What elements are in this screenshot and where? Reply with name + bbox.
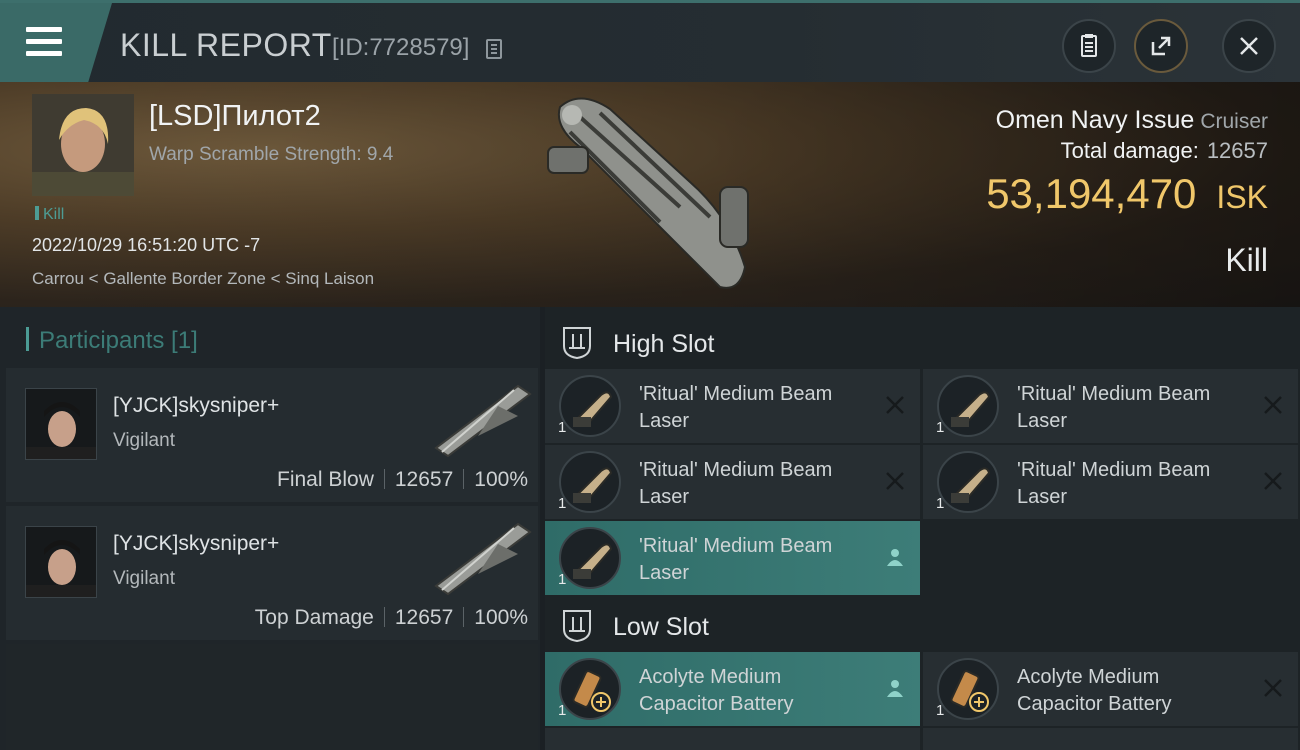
close-button[interactable] [1222,19,1276,73]
participant-ship-image [434,384,532,458]
module-name: 'Ritual' Medium Beam Laser [1017,459,1211,508]
participant-name: [YJCK]skysniper+ [113,394,280,417]
low-slot-header: Low Slot [545,595,1300,653]
module-item[interactable]: 1 'Ritual' Medium Beam Laser [545,445,920,519]
kill-tag: Kill [35,206,64,224]
module-item[interactable]: 1 Acolyte Medium Capacitor Battery [923,652,1298,726]
participant-stats: Top Damage 12657 100% [254,606,528,629]
ship-class: Cruiser [1200,110,1268,133]
copy-icon[interactable] [486,39,502,59]
participant-ship: Vigilant [113,430,175,451]
page-title: KILL REPORT [120,27,332,63]
kill-location[interactable]: Carrou < Gallente Border Zone < Sinq Lai… [32,269,374,289]
participant-name: [YJCK]skysniper+ [113,532,280,555]
high-slot-header: High Slot [545,312,1300,370]
module-item[interactable]: 1 Acolyte Medium Capacitor Battery [545,652,920,726]
capacitor-battery-icon [937,658,999,720]
clipboard-icon [1081,34,1097,57]
participant-row-empty [6,644,538,750]
menu-icon [26,27,62,57]
capacitor-battery-icon [559,658,621,720]
menu-button[interactable] [0,3,112,85]
destroyed-icon [886,396,904,414]
kill-datetime: 2022/10/29 16:51:20 UTC -7 [32,235,261,255]
beam-laser-icon [937,375,999,437]
module-item[interactable]: 1 'Ritual' Medium Beam Laser [545,521,920,595]
module-item-partial[interactable] [545,728,920,750]
dropped-icon [887,680,903,697]
participant-row[interactable]: [YJCK]skysniper+ Vigilant Top Damage 1265… [6,506,538,640]
high-slot-icon [563,327,591,360]
clipboard-button[interactable] [1062,19,1116,73]
report-id: [ID:7728579] [332,34,470,61]
participant-portrait [25,526,97,598]
victim-detail: Warp Scramble Strength: 9.4 [149,144,394,165]
beam-laser-icon [937,451,999,513]
share-icon [1151,36,1171,56]
participant-stats: Final Blow 12657 100% [277,468,528,491]
low-slot-icon [563,610,591,643]
participant-ship: Vigilant [113,568,175,589]
participant-row[interactable]: [YJCK]skysniper+ Vigilant Final Blow 1265… [6,368,538,502]
module-name: 'Ritual' Medium Beam Laser [639,535,833,584]
close-icon [1240,37,1258,55]
module-item[interactable]: 1 'Ritual' Medium Beam Laser [923,445,1298,519]
ship-name[interactable]: Omen Navy Issue Cruiser [996,106,1268,135]
result-label: Kill [1225,242,1268,278]
beam-laser-icon [559,451,621,513]
module-name: 'Ritual' Medium Beam Laser [639,459,833,508]
total-damage-value: 12657 [1206,138,1268,163]
module-name: 'Ritual' Medium Beam Laser [639,383,833,432]
participants-panel: Participants [1] [YJCK]skysniper+ Vigila… [0,307,540,750]
participant-portrait [25,388,97,460]
module-item[interactable]: 1 'Ritual' Medium Beam Laser [545,369,920,443]
beam-laser-icon [559,375,621,437]
module-name: Acolyte Medium Capacitor Battery [639,666,794,715]
destroyed-icon [1264,679,1282,697]
participants-header[interactable]: Participants [1] [26,327,198,355]
module-item[interactable]: 1 'Ritual' Medium Beam Laser [923,369,1298,443]
title-bar: KILL REPORT [ID:7728579] [0,0,1300,85]
kill-summary: [LSD]Пилот2 Warp Scramble Strength: 9.4 … [0,82,1300,307]
fitting-panel: High Slot 1 'Ritual' Medium Beam Laser 1… [545,307,1300,750]
module-name: Acolyte Medium Capacitor Battery [1017,666,1172,715]
destroyed-icon [886,472,904,490]
victim-portrait[interactable] [32,94,134,196]
isk-value: 53,194,470 ISK [986,170,1268,217]
total-damage: Total damage: 12657 [1060,138,1268,163]
module-item-partial[interactable] [923,728,1298,750]
participant-ship-image [434,522,532,596]
victim-name[interactable]: [LSD]Пилот2 [149,100,321,133]
beam-laser-icon [559,527,621,589]
share-button[interactable] [1134,19,1188,73]
destroyed-icon [1264,396,1282,414]
ship-image[interactable] [540,87,770,302]
module-name: 'Ritual' Medium Beam Laser [1017,383,1211,432]
dropped-icon [887,549,903,566]
destroyed-icon [1264,472,1282,490]
